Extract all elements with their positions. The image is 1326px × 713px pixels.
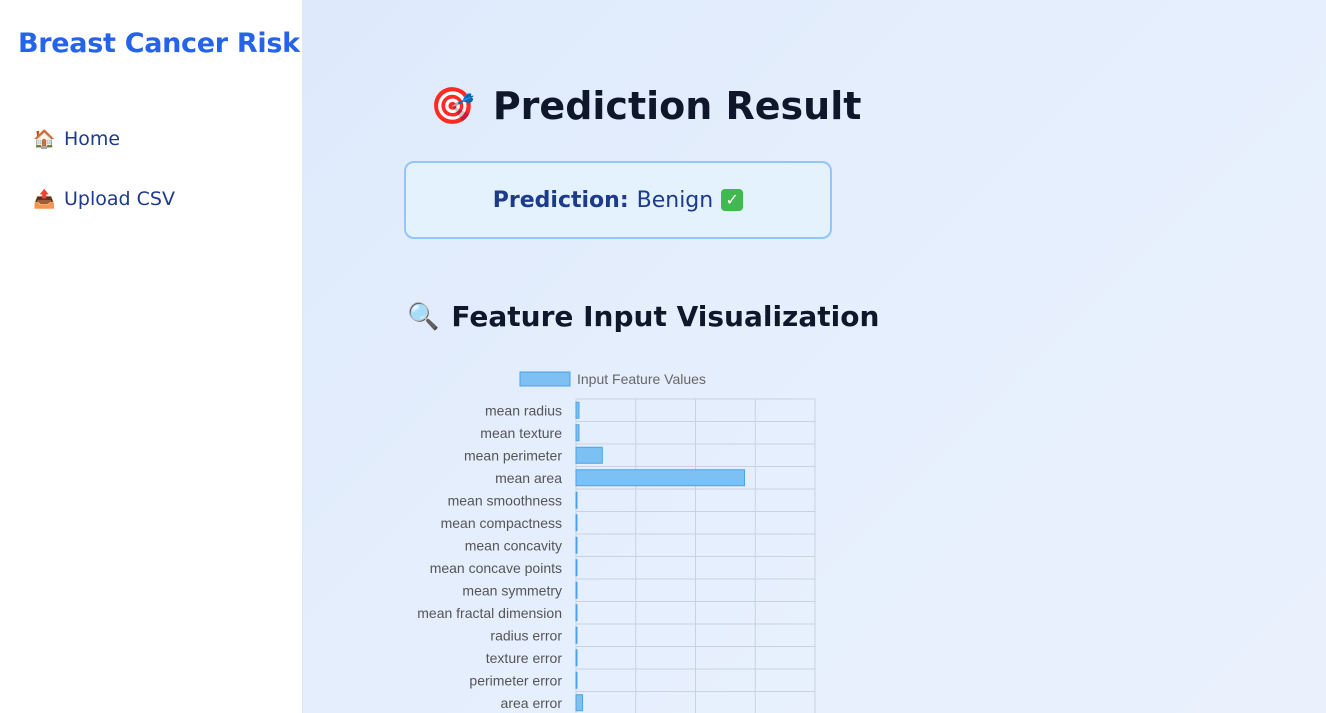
sidebar: Breast Cancer Risk 🏠 Home 📤 Upload CSV [0,0,303,713]
page-title: 🎯 Prediction Result [430,84,861,128]
bar-perimeter-error [575,671,578,689]
check-mark-icon: ✓ [721,189,744,211]
tick-label: mean fractal dimension [417,605,562,621]
tick-label: mean concave points [430,560,562,576]
tick-label: mean radius [485,402,562,418]
sidebar-item-upload-csv[interactable]: 📤 Upload CSV [33,188,175,210]
bar-area-error [575,694,584,712]
section-title-text: Feature Input Visualization [451,300,880,333]
sidebar-item-home[interactable]: 🏠 Home [33,128,120,150]
upload-tray-icon: 📤 [33,188,56,210]
prediction-value: Benign [636,187,714,213]
tick-label: mean concavity [465,537,562,553]
tick-label: texture error [486,650,563,666]
bar-mean-perimeter [575,446,603,464]
tick-label: perimeter error [469,672,562,688]
bar-mean-texture [575,424,580,442]
bar-radius-error [575,626,578,644]
bar-mean-smoothness [575,491,578,509]
tick-label: radius error [490,627,562,643]
prediction-label: Prediction: [492,187,629,213]
prediction-box: Prediction: Benign ✓ [404,161,832,239]
tick-label: mean compactness [441,515,562,531]
legend-label: Input Feature Values [577,371,706,387]
tick-label: mean area [495,470,562,486]
bar-mean-concavity [575,536,578,554]
legend-swatch [519,371,571,387]
feature-bar-chart: Input Feature Values mean radius mean text… [417,371,816,713]
sidebar-item-label: Home [64,128,121,150]
bar-mean-compactness [575,514,578,532]
tick-label: area error [501,695,563,711]
section-title: 🔍 Feature Input Visualization [407,300,879,333]
bar-mean-radius [575,401,580,419]
bar-mean-symmetry [575,581,578,599]
tick-label: mean smoothness [448,492,562,508]
brand-title[interactable]: Breast Cancer Risk [18,28,300,59]
sidebar-item-label: Upload CSV [64,188,175,210]
tick-label: mean symmetry [462,582,562,598]
magnifier-icon: 🔍 [407,301,440,332]
page-title-text: Prediction Result [492,84,862,128]
tick-label: mean texture [480,425,562,441]
bar-texture-error [575,649,578,667]
bar-mean-area [575,469,745,487]
tick-label: mean perimeter [464,447,562,463]
bar-mean-concave-points [575,559,578,577]
bar-mean-fractal-dimension [575,604,578,622]
target-icon: 🎯 [430,86,475,127]
house-icon: 🏠 [33,128,56,150]
